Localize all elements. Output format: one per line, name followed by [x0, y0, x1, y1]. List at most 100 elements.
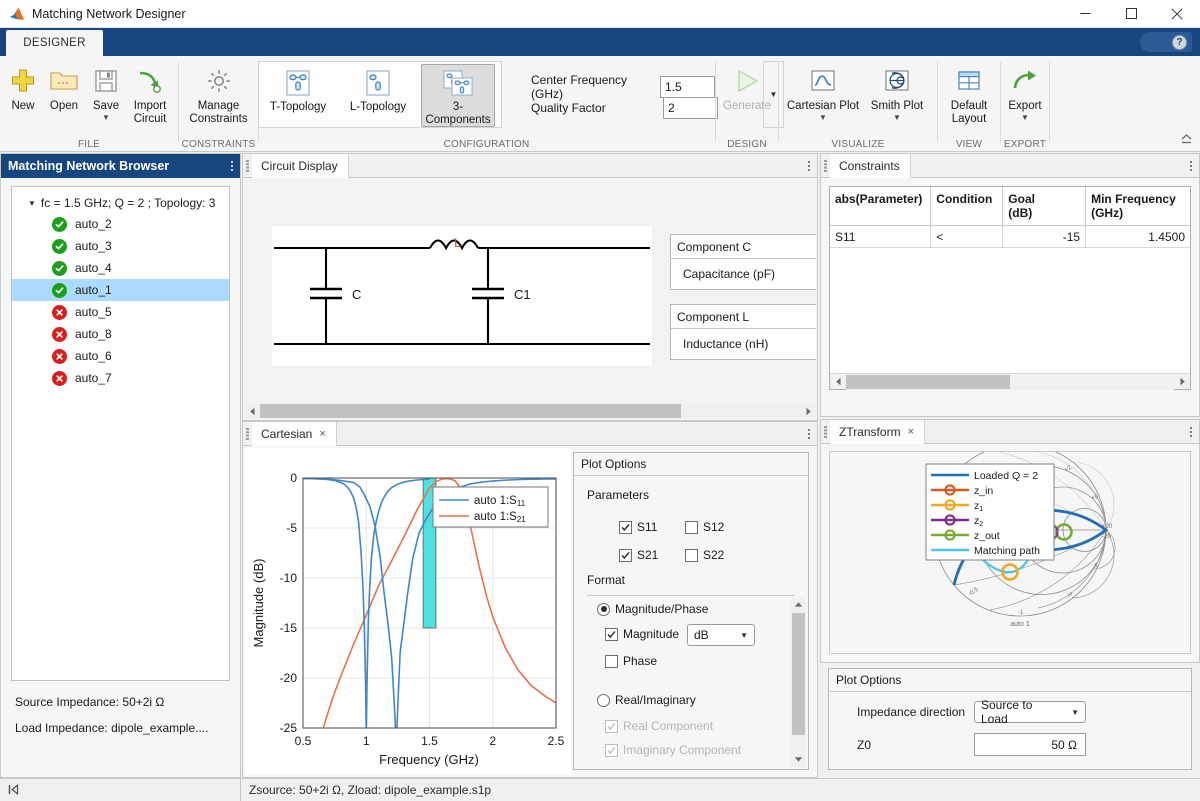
minimize-icon[interactable]: [1062, 0, 1108, 28]
tree-item-auto_5[interactable]: auto_5: [12, 301, 229, 323]
maximize-icon[interactable]: [1108, 0, 1154, 28]
checkbox-magnitude[interactable]: Magnitude: [605, 627, 679, 641]
help-button[interactable]: ?: [1140, 32, 1192, 52]
circuit-scroll-track[interactable]: [260, 403, 800, 419]
scroll-right-arrow-icon[interactable]: [1174, 374, 1190, 390]
cartesian-chart[interactable]: 0 -5 -10 -15 -20 -25 0.5 1 1.5 2 2.5 Fre…: [245, 448, 571, 775]
plot-options-vertical-scrollbar[interactable]: [791, 597, 806, 767]
close-icon[interactable]: [1154, 0, 1200, 28]
panel-grip-icon[interactable]: [821, 154, 830, 178]
checkbox-s21[interactable]: S21: [619, 548, 658, 562]
tree-caret-down-icon[interactable]: ▼: [28, 199, 36, 208]
constraints-options-kebab-icon[interactable]: [1190, 161, 1192, 171]
smith-plot-button[interactable]: Smith Plot ▼: [862, 62, 932, 123]
scroll-left-arrow-icon[interactable]: [244, 403, 260, 419]
scroll-down-arrow-icon[interactable]: [791, 752, 806, 767]
cartesian-plot-button[interactable]: Cartesian Plot ▼: [784, 62, 862, 123]
tree-item-auto_3[interactable]: auto_3: [12, 235, 229, 257]
cell-condition[interactable]: <: [931, 226, 1003, 248]
tab-constraints[interactable]: Constraints: [830, 154, 911, 178]
checkbox-s12[interactable]: S12: [685, 520, 724, 534]
constraints-horizontal-scrollbar[interactable]: [830, 373, 1190, 389]
collapse-left-icon[interactable]: [8, 784, 19, 795]
tab-ztransform-close-icon[interactable]: ×: [908, 426, 914, 438]
generate-button[interactable]: Generate: [722, 62, 772, 114]
impedance-summary: Source Impedance: 50+2i Ω Load Impedance…: [15, 689, 208, 741]
center-frequency-input[interactable]: [660, 76, 715, 98]
export-chevron-down-icon[interactable]: ▼: [1021, 114, 1029, 122]
table-row[interactable]: S11 < -15 1.4500: [830, 226, 1190, 248]
svg-text:-1: -1: [1018, 610, 1024, 616]
cell-goal[interactable]: -15: [1003, 226, 1086, 248]
three-components-button[interactable]: 3- Components: [421, 64, 495, 127]
checkbox-real-component[interactable]: Real Component: [605, 719, 713, 733]
checkbox-imaginary-component[interactable]: Imaginary Component: [605, 743, 741, 757]
scroll-right-arrow-icon[interactable]: [800, 403, 816, 419]
magnitude-unit-dropdown[interactable]: dB ▼: [687, 624, 755, 646]
checkbox-s22[interactable]: S22: [685, 548, 724, 562]
cell-parameter[interactable]: S11: [830, 226, 931, 248]
svg-text:z_in: z_in: [974, 485, 993, 497]
tree-item-auto_7[interactable]: auto_7: [12, 367, 229, 389]
column-header-min-frequency[interactable]: Min Frequency (GHz): [1086, 187, 1190, 226]
column-header-goal[interactable]: Goal (dB): [1003, 187, 1086, 226]
manage-constraints-button[interactable]: Manage Constraints: [182, 62, 255, 127]
tab-designer[interactable]: DESIGNER: [6, 30, 103, 56]
tree-item-auto_8[interactable]: auto_8: [12, 323, 229, 345]
new-button[interactable]: New: [4, 62, 42, 114]
constraints-scroll-thumb[interactable]: [846, 375, 1010, 389]
cartesian-plot-options: Plot Options Parameters S11 S12: [573, 452, 809, 770]
tree-item-auto_1[interactable]: auto_1: [12, 279, 229, 301]
circuit-horizontal-scrollbar[interactable]: [244, 403, 816, 419]
component-l-row[interactable]: Inductance (nH) 5.447: [671, 329, 816, 359]
collapse-ribbon-icon[interactable]: [1178, 131, 1194, 147]
default-layout-button[interactable]: Default Layout: [943, 62, 995, 127]
tab-cartesian-close-icon[interactable]: ×: [319, 428, 325, 440]
circuit-display-options-kebab-icon[interactable]: [808, 161, 810, 171]
column-header-parameter[interactable]: abs(Parameter): [830, 187, 931, 226]
l-topology-button[interactable]: L-Topology: [341, 64, 415, 127]
checkbox-phase[interactable]: Phase: [605, 654, 657, 668]
scroll-left-arrow-icon[interactable]: [830, 374, 846, 390]
t-topology-button[interactable]: T-Topology: [261, 64, 335, 127]
circuit-scroll-thumb[interactable]: [260, 404, 681, 418]
smith-plot-chevron-down-icon[interactable]: ▼: [893, 114, 901, 122]
cartesian-options-kebab-icon[interactable]: [808, 429, 810, 439]
constraints-table[interactable]: abs(Parameter) Condition Goal (dB) Min F…: [829, 186, 1191, 390]
panel-grip-icon[interactable]: [243, 422, 252, 446]
cell-min-frequency[interactable]: 1.4500: [1086, 226, 1190, 248]
impedance-direction-dropdown[interactable]: Source to Load ▼: [974, 701, 1086, 723]
generate-label: Generate: [723, 100, 771, 113]
open-button[interactable]: Open: [42, 62, 86, 114]
tab-cartesian[interactable]: Cartesian ×: [252, 422, 337, 446]
ztransform-options-kebab-icon[interactable]: [1190, 427, 1192, 437]
panel-grip-icon[interactable]: [243, 154, 252, 178]
tree-item-auto_2[interactable]: auto_2: [12, 213, 229, 235]
tree-item-auto_6[interactable]: auto_6: [12, 345, 229, 367]
tree-root-node[interactable]: ▼ fc = 1.5 GHz; Q = 2 ; Topology: 3: [12, 193, 229, 213]
radio-magnitude-phase[interactable]: Magnitude/Phase: [597, 602, 708, 616]
circuit-canvas[interactable]: L C C1 Component C Capacitance (pF) 3.42…: [244, 179, 816, 402]
column-header-condition[interactable]: Condition: [931, 187, 1003, 226]
tree-item-auto_4[interactable]: auto_4: [12, 257, 229, 279]
status-bar-text: Zsource: 50+2i Ω, Zload: dipole_example.…: [241, 783, 491, 797]
export-button[interactable]: Export ▼: [1004, 62, 1046, 123]
quality-factor-input[interactable]: [663, 97, 718, 119]
radio-real-imaginary[interactable]: Real/Imaginary: [597, 693, 696, 707]
component-c-row[interactable]: Capacitance (pF) 3.429: [671, 259, 816, 289]
tab-ztransform[interactable]: ZTransform ×: [830, 420, 925, 444]
save-chevron-down-icon[interactable]: ▼: [102, 114, 110, 122]
tab-circuit-display[interactable]: Circuit Display: [252, 154, 349, 178]
matching-network-tree[interactable]: ▼ fc = 1.5 GHz; Q = 2 ; Topology: 3 auto…: [11, 186, 230, 681]
cartesian-plot-chevron-down-icon[interactable]: ▼: [819, 114, 827, 122]
plot-options-scroll-thumb[interactable]: [792, 613, 805, 735]
panel-grip-icon[interactable]: [821, 420, 830, 444]
browser-options-kebab-icon[interactable]: [231, 161, 233, 171]
scroll-up-arrow-icon[interactable]: [791, 597, 806, 612]
constraints-scroll-track[interactable]: [846, 374, 1174, 390]
smith-chart[interactable]: +2 +5 +20 -20 -5 -2 -1 -0.5 -0.2 0.5 aut…: [829, 451, 1191, 654]
import-circuit-button[interactable]: Import Circuit: [126, 62, 174, 127]
save-button[interactable]: Save ▼: [86, 62, 126, 123]
checkbox-s11[interactable]: S11: [619, 520, 657, 534]
z0-input[interactable]: 50 Ω: [974, 733, 1086, 756]
